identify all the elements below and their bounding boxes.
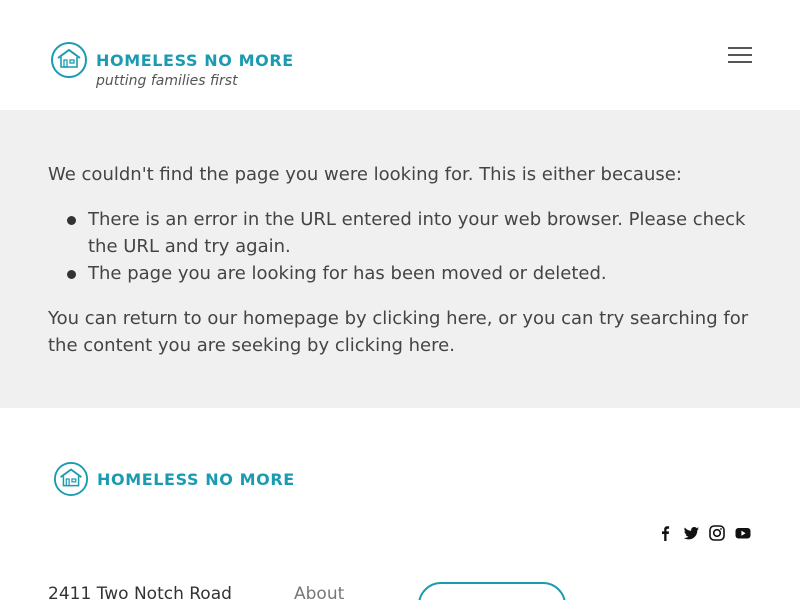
logo-tagline: putting families first xyxy=(96,73,238,89)
footer-logo[interactable]: HOMELESS NO MORE xyxy=(53,461,295,497)
homepage-link[interactable]: clicking here xyxy=(372,308,486,329)
footer-nav-about[interactable]: About xyxy=(294,584,344,600)
outro-text: You can return to our homepage by xyxy=(48,308,373,329)
hamburger-menu-icon[interactable] xyxy=(728,46,752,64)
house-logo-icon xyxy=(51,42,87,78)
reasons-list: There is an error in the URL entered int… xyxy=(67,206,758,287)
menu-line xyxy=(728,61,752,63)
social-links xyxy=(657,525,751,541)
footer-address: 2411 Two Notch Road xyxy=(48,584,232,600)
instagram-icon[interactable] xyxy=(709,525,725,541)
not-found-intro: We couldn't find the page you were looki… xyxy=(48,164,682,185)
site-logo[interactable]: HOMELESS NO MORE putting families first xyxy=(50,41,294,89)
menu-line xyxy=(728,47,752,49)
reason-item: The page you are looking for has been mo… xyxy=(67,260,758,287)
house-logo-icon xyxy=(53,461,89,497)
outro-text: . xyxy=(449,335,455,356)
facebook-icon[interactable] xyxy=(657,525,673,541)
search-link[interactable]: clicking here xyxy=(335,335,449,356)
not-found-content: We couldn't find the page you were looki… xyxy=(48,161,758,359)
footer-logo-name: HOMELESS NO MORE xyxy=(97,469,295,489)
twitter-icon[interactable] xyxy=(683,525,699,541)
site-footer: HOMELESS NO MORE 2411 Two Notch Road Abo… xyxy=(0,408,800,600)
reason-item: There is an error in the URL entered int… xyxy=(67,206,758,260)
menu-line xyxy=(728,54,752,56)
footer-cta-button[interactable] xyxy=(418,582,566,600)
not-found-section: We couldn't find the page you were looki… xyxy=(0,110,800,408)
youtube-icon[interactable] xyxy=(735,525,751,541)
site-header: HOMELESS NO MORE putting families first xyxy=(0,0,800,110)
logo-name: HOMELESS NO MORE xyxy=(96,50,294,70)
not-found-outro: You can return to our homepage by clicki… xyxy=(48,305,758,359)
